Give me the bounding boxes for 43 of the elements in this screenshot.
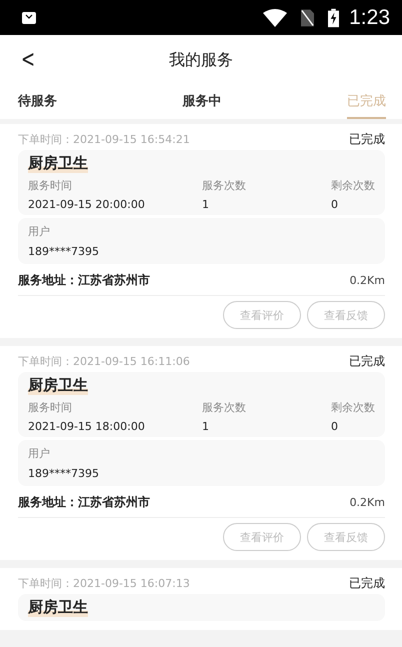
battery-charging-icon [328, 8, 340, 28]
order-status: 已完成 [349, 131, 385, 148]
page-title: 我的服务 [169, 50, 233, 70]
tab[interactable]: 已完成 [347, 85, 386, 119]
app-notification-icon [22, 12, 36, 24]
no-sim-icon [301, 8, 314, 26]
field-value: 189****7395 [28, 245, 100, 258]
outline-button[interactable]: 查看反馈 [307, 301, 385, 329]
field-value: 0 [331, 420, 338, 433]
order-time: 下单时间：2021-09-15 16:07:13 [18, 576, 190, 591]
field-label: 服务时间 [28, 178, 73, 193]
wifi-icon [263, 8, 288, 26]
service-name: 厨房卫生 [28, 154, 88, 173]
order-time: 下单时间：2021-09-15 16:54:21 [18, 132, 190, 147]
order-time: 下单时间：2021-09-15 16:11:06 [18, 354, 190, 369]
outline-button[interactable]: 查看评价 [223, 301, 301, 329]
status-time: 1:23 [349, 6, 390, 30]
field-value: 1 [202, 198, 210, 211]
field-value: 2021-09-15 18:00:00 [28, 420, 146, 433]
field-label: 服务次数 [202, 400, 247, 415]
back-button[interactable]: < [18, 45, 38, 73]
field-label: 服务时间 [28, 400, 73, 415]
outline-button[interactable]: 查看评价 [223, 523, 301, 551]
field-value: 0 [331, 198, 338, 211]
tab[interactable]: 服务中 [182, 85, 222, 119]
service-address: 服务地址：江苏省苏州市 [18, 494, 150, 511]
order-status: 已完成 [349, 353, 385, 370]
field-label: 用户 [28, 224, 51, 239]
field-value: 1 [202, 420, 210, 433]
field-label: 用户 [28, 446, 51, 461]
service-name: 厨房卫生 [28, 598, 88, 617]
field-label: 服务次数 [202, 178, 247, 193]
service-address: 服务地址：江苏省苏州市 [18, 272, 150, 289]
field-label: 剩余次数 [331, 400, 375, 415]
field-value: 2021-09-15 20:00:00 [28, 198, 146, 211]
order-status: 已完成 [349, 575, 385, 592]
distance: 0.2Km [350, 274, 385, 287]
tab[interactable]: 待服务 [18, 85, 57, 119]
field-value: 189****7395 [28, 467, 100, 480]
field-label: 剩余次数 [331, 178, 375, 193]
distance: 0.2Km [350, 496, 385, 509]
outline-button[interactable]: 查看反馈 [307, 523, 385, 551]
service-name: 厨房卫生 [28, 376, 88, 395]
